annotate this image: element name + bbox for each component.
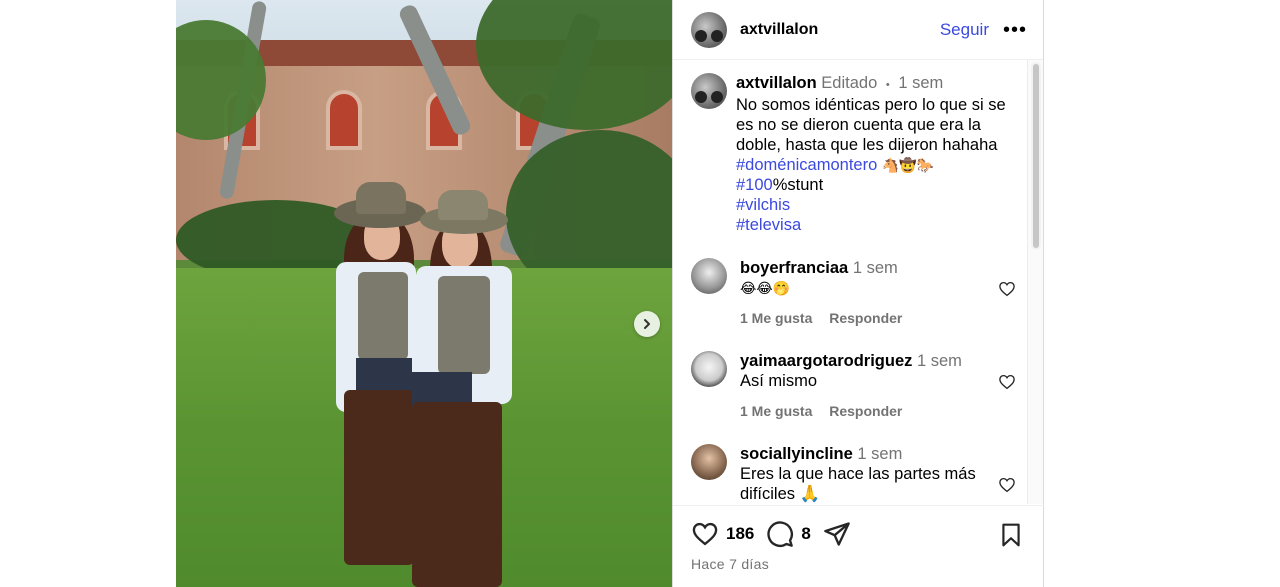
heart-icon[interactable] — [691, 520, 719, 548]
edited-label: Editado — [821, 74, 878, 92]
comment-body: sociallyincline 1 sem Eres la que hace l… — [740, 444, 1016, 504]
comment-username[interactable]: yaimaargotarodriguez — [740, 352, 912, 370]
photo-person-chaps — [412, 402, 502, 587]
follow-button[interactable]: Seguir — [940, 20, 989, 40]
next-photo-button[interactable] — [634, 311, 660, 337]
photo-person-chaps — [344, 390, 414, 565]
hashtag-link[interactable]: #vilchis — [736, 196, 790, 214]
post-container: axtvillalon Seguir ••• axtvillalon Edita… — [176, 0, 1044, 587]
commenter-avatar[interactable] — [691, 351, 727, 387]
comment-meta: 1 Me gusta Responder — [740, 401, 1016, 421]
commenter-avatar[interactable] — [691, 258, 727, 294]
comment-text: 😂😂🤭 — [740, 280, 791, 296]
separator-dot: • — [885, 79, 890, 91]
caption-username[interactable]: axtvillalon — [736, 74, 817, 92]
comment-item: boyerfranciaa 1 sem 😂😂🤭 1 Me gusta Respo… — [691, 258, 1016, 328]
avatar-detail — [711, 29, 723, 42]
heart-icon[interactable] — [998, 280, 1016, 298]
caption-emojis: 🐴🤠🐎 — [881, 157, 935, 173]
photo-person-vest — [358, 272, 408, 360]
avatar-detail — [695, 91, 707, 103]
caption-avatar[interactable] — [691, 73, 727, 109]
comment-meta: 1 Me gusta Responder — [740, 308, 1016, 328]
comments-count[interactable]: 8 — [801, 524, 810, 544]
photo-person-hat — [356, 182, 406, 214]
commenter-avatar[interactable] — [691, 444, 727, 480]
post-timestamp[interactable]: Hace 7 días — [691, 556, 769, 572]
comment-body: boyerfranciaa 1 sem 😂😂🤭 1 Me gusta Respo… — [740, 258, 1016, 328]
post-caption: axtvillalon Editado • 1 sem No somos idé… — [691, 73, 1011, 235]
caption-hashtag-suffix: %stunt — [772, 176, 824, 194]
caption-text: No somos idénticas pero lo que si se es … — [736, 96, 1006, 154]
avatar-detail — [695, 29, 707, 42]
comment-item: sociallyincline 1 sem Eres la que hace l… — [691, 444, 1016, 504]
author-avatar[interactable] — [691, 11, 727, 48]
hashtag-link[interactable]: #doménicamontero — [736, 156, 877, 174]
photo-window — [326, 90, 362, 150]
avatar-detail — [711, 91, 723, 103]
heart-icon[interactable] — [998, 476, 1016, 494]
comments-list: axtvillalon Editado • 1 sem No somos idé… — [673, 60, 1044, 504]
photo-person-hat — [438, 190, 488, 220]
comment-time[interactable]: 1 sem — [853, 259, 898, 277]
hashtag-link[interactable]: #televisa — [736, 216, 801, 234]
caption-time[interactable]: 1 sem — [898, 74, 943, 92]
comment-item: yaimaargotarodriguez 1 sem Así mismo 1 M… — [691, 351, 1016, 421]
author-username[interactable]: axtvillalon — [740, 21, 818, 39]
caption-text-block: axtvillalon Editado • 1 sem No somos idé… — [736, 73, 1011, 235]
comment-time[interactable]: 1 sem — [917, 352, 962, 370]
post-actions-bar: 186 8 Hace 7 días — [673, 505, 1044, 587]
heart-icon[interactable] — [998, 373, 1016, 391]
bookmark-icon[interactable] — [998, 522, 1024, 548]
comment-icon[interactable] — [766, 520, 794, 548]
comment-username[interactable]: sociallyincline — [740, 445, 853, 463]
hashtag-link[interactable]: #100 — [736, 176, 773, 194]
more-icon[interactable]: ••• — [1003, 20, 1027, 40]
post-photo[interactable] — [176, 0, 672, 587]
comment-time[interactable]: 1 sem — [857, 445, 902, 463]
reply-button[interactable]: Responder — [829, 310, 902, 326]
comment-username[interactable]: boyerfranciaa — [740, 259, 848, 277]
reply-button[interactable]: Responder — [829, 403, 902, 419]
share-icon[interactable] — [823, 520, 851, 548]
actions-row: 186 8 — [691, 520, 851, 548]
comment-likes-count[interactable]: 1 Me gusta — [740, 403, 812, 419]
comment-likes-count[interactable]: 1 Me gusta — [740, 310, 812, 326]
likes-count[interactable]: 186 — [726, 524, 754, 544]
comment-text: Eres la que hace las partes más difícile… — [740, 465, 976, 503]
chevron-right-icon — [644, 319, 650, 329]
post-side-panel: axtvillalon Seguir ••• axtvillalon Edita… — [672, 0, 1044, 587]
post-header: axtvillalon Seguir ••• — [673, 0, 1043, 60]
comment-text: Así mismo — [740, 372, 818, 390]
comment-body: yaimaargotarodriguez 1 sem Así mismo 1 M… — [740, 351, 1016, 421]
photo-person-vest — [438, 276, 490, 374]
